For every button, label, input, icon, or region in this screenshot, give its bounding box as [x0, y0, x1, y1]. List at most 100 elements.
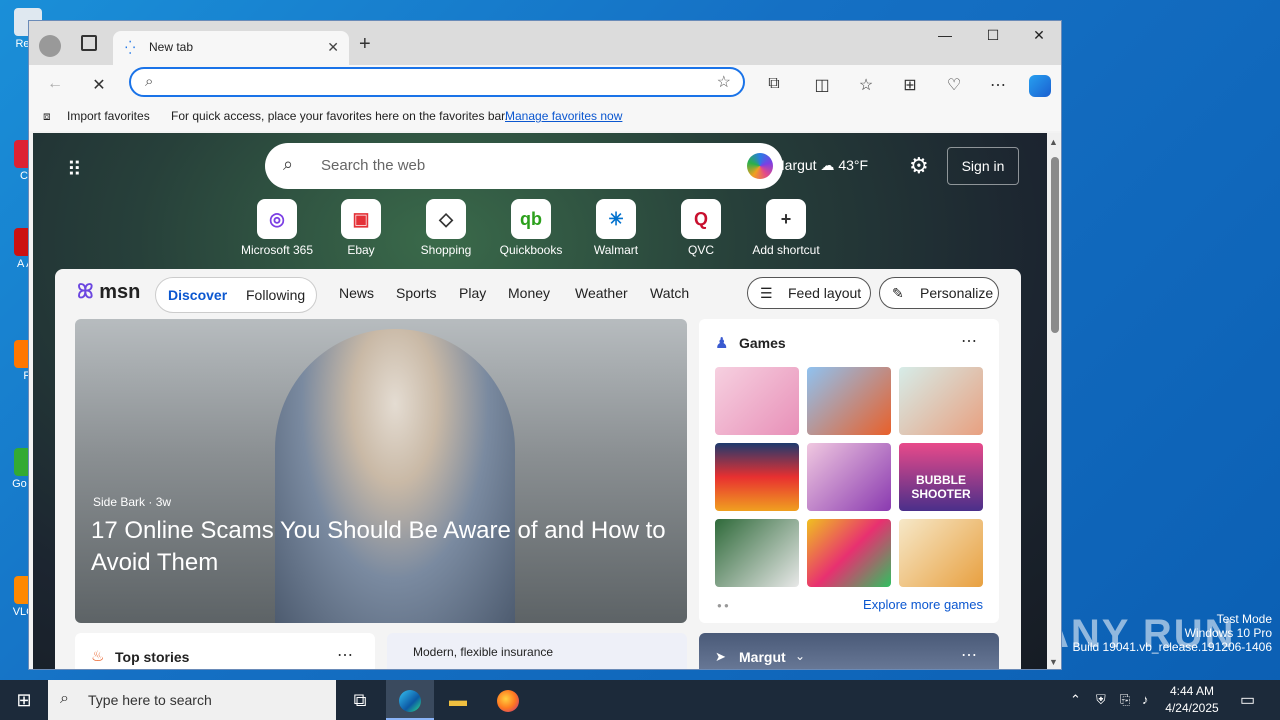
stop-loading-icon[interactable]: ✕ [87, 75, 111, 95]
chevron-down-icon[interactable]: ⌄ [795, 649, 805, 663]
close-window-icon[interactable]: ✕ [1017, 27, 1061, 44]
msn-logo[interactable]: ꕤ msn [77, 281, 140, 304]
walmart-icon: ✳ [596, 199, 636, 239]
profile-avatar-icon[interactable] [39, 35, 61, 57]
file-explorer-icon[interactable]: ▬ [434, 680, 482, 720]
minimize-icon[interactable]: — [923, 27, 967, 43]
game-tile[interactable] [899, 367, 983, 435]
volume-icon[interactable]: ♪ [1142, 692, 1149, 707]
games-title: Games [739, 335, 786, 351]
feed-mode-toggle: Discover Following [155, 277, 317, 313]
edge-icon [399, 690, 421, 713]
show-hidden-icons-icon[interactable]: ⌃ [1070, 692, 1081, 708]
game-tile[interactable] [715, 519, 799, 587]
shortcut-ebay[interactable]: ▣ Ebay [321, 199, 401, 257]
game-tile[interactable] [807, 367, 891, 435]
edge-taskbar-icon[interactable] [386, 680, 434, 720]
new-tab-page: ⠿ ⌕ Search the web Margut ☁ 43°F ⚙ Sign … [33, 133, 1047, 669]
explore-more-games-link[interactable]: Explore more games [863, 597, 983, 612]
ebay-icon: ▣ [341, 199, 381, 239]
page-scrollbar[interactable]: ▲ ▼ [1047, 133, 1061, 669]
qvc-icon: Q [681, 199, 721, 239]
weather-widget[interactable]: Margut ☁ 43°F [773, 157, 868, 174]
collections-icon[interactable]: ⊞ [898, 75, 922, 95]
taskbar-search-box[interactable]: ⌕ Type here to search [48, 680, 336, 720]
task-view-icon[interactable]: ⧉ [336, 680, 384, 720]
favbar-hint: For quick access, place your favorites h… [171, 109, 508, 123]
close-tab-icon[interactable]: ✕ [327, 39, 339, 56]
more-options-icon[interactable]: ⋯ [961, 645, 977, 665]
favorite-star-icon[interactable]: ☆ [717, 72, 731, 92]
browser-essentials-icon[interactable]: ♡ [942, 75, 966, 95]
shortcut-qvc[interactable]: Q QVC [661, 199, 741, 257]
more-options-icon[interactable]: ⋯ [986, 75, 1010, 95]
taskbar: ⊞ ⌕ Type here to search ⧉ ▬ ⌃ ⛨ ⎘ ♪ 4:44… [0, 680, 1280, 720]
app-launcher-icon[interactable]: ⠿ [67, 157, 87, 181]
flame-icon: ♨ [91, 648, 105, 665]
system-clock[interactable]: 4:44 AM 4/24/2025 [1160, 683, 1224, 717]
article-source: Side Bark · 3w [93, 495, 172, 509]
search-icon: ⌕ [60, 690, 69, 707]
web-search-box[interactable]: ⌕ Search the web [265, 143, 783, 189]
personalize-button[interactable]: ✎ Personalize [879, 277, 999, 309]
scroll-up-icon[interactable]: ▲ [1049, 137, 1058, 147]
shortcut-shopping[interactable]: ◇ Shopping [406, 199, 486, 257]
article-headline[interactable]: 17 Online Scams You Should Be Aware of a… [91, 515, 681, 579]
security-icon[interactable]: ⛨ [1096, 692, 1106, 708]
search-icon: ⌕ [283, 154, 294, 174]
tab-following[interactable]: Following [246, 287, 305, 303]
feed-layout-button[interactable]: ☰ Feed layout [747, 277, 871, 309]
weather-card[interactable]: ➤ Margut ⌄ ⋯ [699, 633, 999, 669]
shortcut-walmart[interactable]: ✳ Walmart [576, 199, 656, 257]
firefox-taskbar-icon[interactable] [484, 680, 532, 720]
import-favorites-button[interactable]: Import favorites [67, 109, 150, 123]
games-icon: ♟ [715, 335, 729, 352]
nav-watch[interactable]: Watch [650, 285, 689, 301]
tab-actions-icon[interactable] [81, 35, 97, 51]
copilot-icon[interactable] [1029, 75, 1051, 97]
favorites-icon[interactable]: ☆ [854, 75, 878, 95]
start-windows-icon[interactable]: ⊞ [0, 680, 48, 720]
shortcut-quickbooks[interactable]: qb Quickbooks [491, 199, 571, 257]
firefox-icon [497, 690, 519, 713]
sign-in-button[interactable]: Sign in [947, 147, 1019, 185]
cloud-icon: ☁ [820, 157, 839, 173]
scrollbar-thumb[interactable] [1051, 157, 1059, 333]
nav-news[interactable]: News [339, 285, 374, 301]
extensions-icon[interactable]: ⧉ [762, 75, 786, 93]
address-bar[interactable]: ⌕ ☆ [129, 67, 745, 97]
split-screen-icon[interactable]: ◫ [810, 75, 834, 95]
notifications-icon[interactable]: ▭ [1240, 690, 1255, 710]
new-tab-icon[interactable]: + [359, 33, 371, 56]
network-icon[interactable]: ⎘ [1120, 692, 1130, 708]
tab-new-tab[interactable]: ⁛ New tab ✕ [113, 31, 349, 65]
nav-play[interactable]: Play [459, 285, 486, 301]
game-tile[interactable] [715, 443, 799, 511]
msn-feed: ꕤ msn Discover Following News Sports Pla… [55, 269, 1021, 669]
more-options-icon[interactable]: ⋯ [961, 331, 977, 351]
games-card: ♟ Games ⋯ BUBBLE SHOOTER ● ● Explore mor… [699, 319, 999, 623]
nav-weather[interactable]: Weather [575, 285, 628, 301]
tab-discover[interactable]: Discover [168, 287, 227, 303]
maximize-icon[interactable]: ☐ [971, 27, 1015, 44]
scroll-down-icon[interactable]: ▼ [1049, 657, 1058, 667]
back-icon[interactable]: ← [43, 75, 67, 93]
hero-article-card[interactable]: Side Bark · 3w 17 Online Scams You Shoul… [75, 319, 687, 623]
nav-sports[interactable]: Sports [396, 285, 436, 301]
settings-gear-icon[interactable]: ⚙ [909, 153, 929, 179]
manage-favorites-link[interactable]: Manage favorites now [505, 109, 622, 123]
insurance-ad-card[interactable]: Modern, flexible insurance [387, 633, 687, 669]
copilot-search-icon[interactable] [747, 153, 773, 179]
add-shortcut-button[interactable]: + Add shortcut [746, 199, 826, 257]
game-tile[interactable] [899, 519, 983, 587]
game-tile[interactable] [807, 443, 891, 511]
carousel-dots[interactable]: ● ● [717, 601, 729, 610]
sliders-icon: ☰ [760, 285, 773, 301]
game-tile[interactable] [807, 519, 891, 587]
game-tile[interactable] [715, 367, 799, 435]
import-icon: ⧈ [43, 109, 51, 123]
nav-money[interactable]: Money [508, 285, 550, 301]
game-tile[interactable]: BUBBLE SHOOTER [899, 443, 983, 511]
more-options-icon[interactable]: ⋯ [337, 645, 353, 665]
shortcut-microsoft-365[interactable]: ◎ Microsoft 365 [237, 199, 317, 257]
